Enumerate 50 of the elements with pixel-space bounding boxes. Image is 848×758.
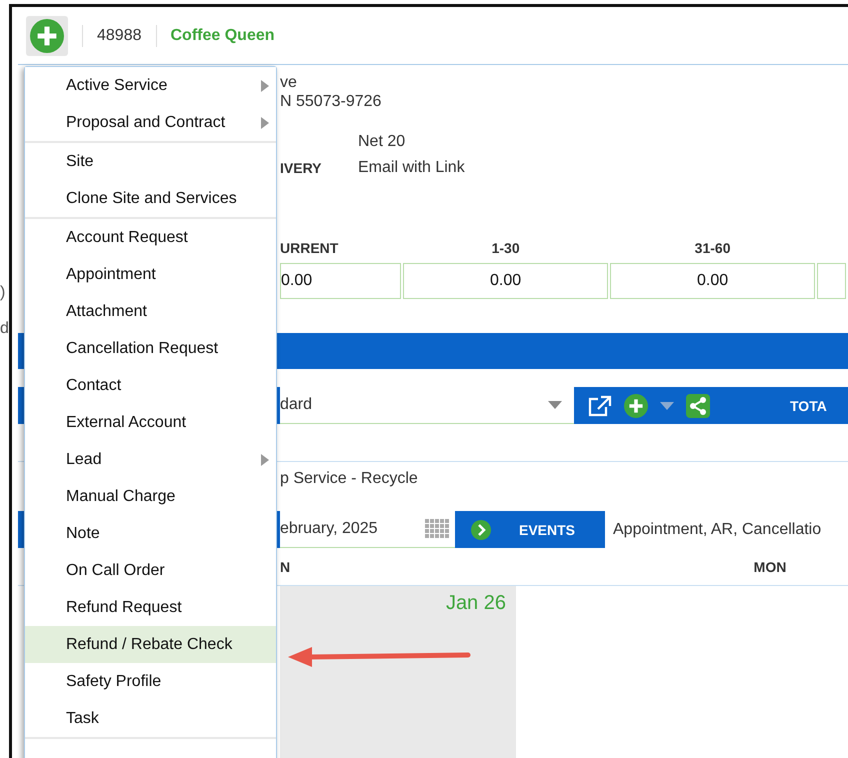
menu-item[interactable]: Attachment: [25, 293, 276, 330]
caret-icon: [660, 402, 674, 410]
column-heading: 1-30: [490, 240, 521, 258]
account-number: 48988: [97, 26, 142, 44]
table-cell: 0.00: [610, 263, 816, 299]
menu-item[interactable]: Manual Charge: [25, 478, 276, 515]
column-heading: URRENT: [280, 240, 340, 258]
date-field[interactable]: ebruary, 2025: [280, 511, 455, 548]
table-cell: [817, 263, 846, 299]
address-line: ve: [280, 73, 298, 92]
menu-item[interactable]: Note: [25, 515, 276, 552]
day-heading: N: [280, 558, 292, 574]
field-label: IVERY: [280, 160, 322, 176]
menu-item[interactable]: Task: [25, 700, 276, 737]
events-label: EVENTS: [519, 522, 576, 538]
column-heading: 31-60: [694, 240, 732, 258]
menu-item[interactable]: Safety Profile: [25, 663, 276, 700]
menu-item[interactable]: Account Request: [25, 219, 276, 256]
menu-item[interactable]: Appointment: [25, 256, 276, 293]
field-value: Email with Link: [358, 159, 466, 177]
menu-item[interactable]: Cancellation Request: [25, 330, 276, 367]
table-cell: 0.00: [403, 263, 608, 299]
menu-item[interactable]: Refund / Rebate Check: [25, 626, 276, 663]
total-label: TOTA: [790, 398, 827, 414]
menu-item[interactable]: Lead: [25, 441, 276, 478]
address-line: N 55073-9726: [280, 92, 382, 111]
add-button[interactable]: [26, 16, 68, 56]
share-icon[interactable]: [686, 394, 710, 418]
external-link-icon[interactable]: [588, 394, 612, 416]
menu-item[interactable]: Active Service: [25, 67, 276, 104]
menu-item[interactable]: On Call Order: [25, 552, 276, 589]
plus-icon: [624, 394, 648, 418]
day-number: Jan 26: [446, 592, 506, 616]
chevron-icon[interactable]: [471, 520, 491, 540]
edge-text: d: [0, 320, 9, 338]
menu-item[interactable]: Proposal and Contract: [25, 104, 276, 141]
caret-icon: [548, 401, 562, 409]
menu-item[interactable]: Refund Request: [25, 589, 276, 626]
plus-icon: [30, 18, 64, 52]
service-name: p Service - Recycle: [279, 469, 419, 489]
menu-item[interactable]: Clone Site and Services: [25, 180, 276, 217]
menu-item[interactable]: Contact: [25, 367, 276, 404]
edge-text: ): [0, 284, 6, 302]
menu-item[interactable]: Site: [25, 143, 276, 180]
select-field[interactable]: dard: [280, 387, 574, 424]
day-heading: MON: [752, 558, 788, 574]
events-field[interactable]: Appointment, AR, Cancellatio: [605, 511, 848, 548]
field-value: Net 20: [358, 133, 406, 151]
menu-item[interactable]: External Account: [25, 404, 276, 441]
table-cell: 0.00: [280, 263, 402, 299]
